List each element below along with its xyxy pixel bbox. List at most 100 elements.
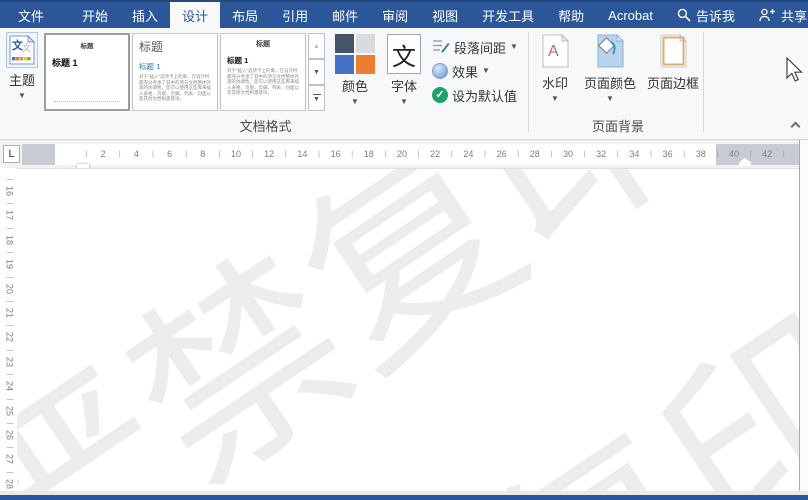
chevron-up-icon [790,121,801,132]
thumb-heading: 标题 [139,40,164,54]
h-ruler-number: 8 [200,149,206,159]
set-as-default-button[interactable]: ✓ 设为默认值 [432,84,517,106]
ribbon-tab-2[interactable]: 插入 [120,2,170,28]
themes-icon: 文 文 [6,32,38,68]
page-borders-icon [660,33,687,71]
chevron-down-icon: ▼ [400,97,408,106]
thumb-heading: 标题 [256,41,270,48]
share-button[interactable]: 共享 [747,6,808,25]
h-ruler-number: 18 [363,149,374,159]
triangle-down-icon: ▼ [313,68,320,76]
ribbon-design-tab: 文 文 主题 ▼ 标题 标题 1 标题 标题 1 对于“插入”选项卡上的库，在设… [0,28,808,140]
set-as-default-label: 设为默认值 [452,88,518,104]
h-ruler-number: 10 [230,149,242,159]
word-window: 文件 开始 插入 设计 布局 引用 邮件 审阅 视图 开发工具 帮助 Acrobat 告诉我 [0,0,808,500]
horizontal-ruler[interactable]: | 2 | 4 | 6 | 8 | 10 | 12 | 14 | 16 | 18 | 20 | 22 | 24 | 26 | 28 | 3… [22,144,800,170]
h-ruler-number: 26 [496,149,507,159]
h-ruler-tick: | [384,151,387,158]
page-color-label: 页面颜色 [583,76,636,91]
h-ruler-tick: | [683,151,686,158]
ruler-strip: L | 2 | 4 | 6 | 8 | 10 | 12 | 14 | 16 | 18 | 20 | 22 | 24 | 26 | 28… [0,140,808,170]
h-ruler-number: 40 [728,149,740,159]
fonts-glyph: 文 [392,43,416,71]
themes-label: 主题 [8,73,35,88]
paragraph-spacing-button[interactable]: 段落间距 ▼ [432,36,518,58]
gallery-more-button[interactable]: ▼ [308,85,325,111]
fonts-icon: 文 [387,34,421,74]
h-ruler-tick: | [118,151,121,158]
h-ruler-tick: | [152,151,154,158]
ribbon-tab-4[interactable]: 布局 [220,2,270,28]
checkmark-icon: ✓ [432,87,448,103]
effects-button[interactable]: 效果 ▼ [432,60,490,82]
h-ruler-tick: | [716,151,719,158]
more-bar-icon [312,93,321,95]
style-set-thumbnail-current[interactable]: 标题 标题 1 [44,33,130,111]
thumb-subheading: 标题 1 [227,56,249,65]
chevron-down-icon: ▼ [551,94,559,103]
thumb-ruled-line [54,101,120,102]
page-color-icon [597,33,624,71]
style-set-thumbnail[interactable]: 标题 标题 1 对于“插入”选项卡上的库，在设计时都充分考虑了其中的项与文档整体… [220,33,306,111]
h-ruler-number: 2 [100,149,106,159]
ribbon-tab-1[interactable]: 开始 [70,2,120,28]
chevron-down-icon: ▼ [18,91,26,100]
effects-sphere-icon [432,63,448,79]
menu-right: 告诉我 共享 [665,2,808,28]
thumb-body-text: 对于“插入”选项卡上的库，在设计时都充分考虑了其中的项与文档整体外观的协调性。您… [227,68,299,96]
h-ruler-number: 30 [562,149,574,159]
h-ruler-tick: | [616,151,619,158]
h-ruler-tick: | [450,151,453,158]
share-label: 共享 [781,8,808,24]
mouse-cursor [786,56,803,88]
ribbon-tab-bar: 文件 开始 插入 设计 布局 引用 邮件 审阅 视图 开发工具 帮助 Acrobat 告诉我 [0,0,808,28]
collapse-ribbon-button[interactable] [790,120,802,132]
h-ruler-tick: | [517,151,520,158]
ribbon-tab-3[interactable]: 设计 [170,2,221,28]
h-ruler-number: 12 [264,149,275,159]
vertical-ruler[interactable]: | 16 | 17 | 18 | 19 | 20 | 21 | 22 | 23 | 24 | 25 | 26 | 27 | 28 [2,168,17,492]
h-ruler-tick: | [185,151,188,158]
h-ruler-number: 36 [662,149,673,159]
tell-me-button[interactable]: 告诉我 [665,6,747,25]
paragraph-spacing-label: 段落间距 [454,40,507,56]
h-ruler-number: 4 [133,149,139,159]
h-ruler-number: 34 [629,149,640,159]
ribbon-tab-file[interactable]: 文件 [6,2,56,28]
h-ruler-tick: | [583,151,586,158]
group-label-document-formatting: 文档格式 [239,119,292,134]
h-ruler-number: 32 [596,149,607,159]
paragraph-spacing-icon [432,38,450,57]
h-ruler-number: 16 [330,149,341,159]
ribbon-tab-5[interactable]: 引用 [270,2,320,28]
gallery-scroll-down-button[interactable]: ▼ [308,59,325,85]
status-bar [0,495,808,500]
colors-palette-icon [335,34,375,74]
chevron-down-icon: ▼ [351,97,359,106]
tell-me-label: 告诉我 [695,8,735,24]
thumb-subheading: 标题 1 [52,58,78,68]
ribbon-tab-11[interactable]: Acrobat [596,2,665,28]
ribbon-tab-8[interactable]: 视图 [420,2,470,28]
style-set-thumbnail[interactable]: 标题 标题 1 对于“插入”选项卡上的库，在设计时都充分考虑了其中的项与文档整体… [132,33,218,111]
group-label-page-background: 页面背景 [591,119,644,134]
h-ruler-number: 14 [297,149,308,159]
gallery-scroll-up-button[interactable]: ▲ [308,33,325,59]
fonts-label: 字体 [390,79,417,94]
h-ruler-tick: | [318,151,320,158]
h-ruler-tick: | [218,151,221,158]
h-ruler-number: 38 [695,149,706,159]
ribbon-tab-9[interactable]: 开发工具 [470,2,546,28]
h-ruler-tick: | [351,151,354,158]
h-ruler-tick: | [782,151,785,158]
document-page[interactable]: 严禁复印 严禁复印 [17,168,799,491]
group-separator [528,32,529,132]
ribbon-tab-6[interactable]: 邮件 [320,2,370,28]
ribbon-tab-7[interactable]: 审阅 [370,2,420,28]
tab-stop-selector[interactable]: L [3,145,20,163]
h-ruler-tick: | [484,151,486,158]
vertical-scrollbar[interactable] [799,140,808,492]
ribbon-tab-10[interactable]: 帮助 [546,2,596,28]
h-ruler-number: 24 [463,149,474,159]
h-ruler-number: 22 [430,149,441,159]
